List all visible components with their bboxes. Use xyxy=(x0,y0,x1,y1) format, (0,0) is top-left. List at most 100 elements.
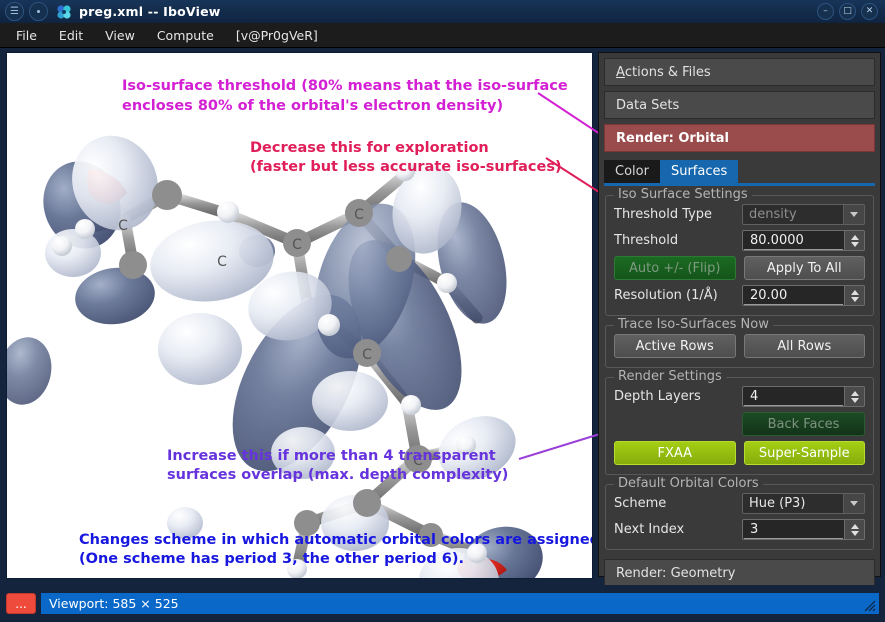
group-trace-legend: Trace Iso-Surfaces Now xyxy=(614,317,773,332)
menu-item-view[interactable]: View xyxy=(95,26,145,45)
section-actions-label: ctions & Files xyxy=(624,64,711,80)
threshold-spinbox[interactable]: 80.0000 xyxy=(742,230,865,251)
title-bar: ☰ preg.xml -- IboView – □ ✕ xyxy=(0,0,885,24)
threshold-type-value: density xyxy=(749,207,797,222)
apply-to-all-button[interactable]: Apply To All xyxy=(743,256,865,280)
resolution-label: Resolution (1/Å) xyxy=(614,288,718,303)
render-viewport[interactable]: C C C C C C Iso-surface threshold (80% m… xyxy=(6,52,593,579)
apply-to-all-label: Apply To All xyxy=(766,260,842,276)
iboview-window: ☰ preg.xml -- IboView – □ ✕ File Edit Vi… xyxy=(0,0,885,622)
menu-item-file[interactable]: File xyxy=(6,26,47,45)
tab-color-label: Color xyxy=(615,164,649,179)
resize-grip-icon[interactable] xyxy=(862,598,876,612)
back-faces-button[interactable]: Back Faces xyxy=(742,412,865,436)
threshold-type-select[interactable]: density xyxy=(742,204,865,225)
section-render-orbital[interactable]: Render: Orbital xyxy=(604,124,875,152)
menu-bar: File Edit View Compute [v@Pr0gVeR] xyxy=(0,23,885,48)
row-next-index: Next Index 3 xyxy=(614,519,865,540)
dot-icon[interactable] xyxy=(29,2,48,21)
threshold-type-label: Threshold Type xyxy=(614,207,713,222)
row-back-faces: Back Faces xyxy=(614,412,865,436)
depth-layers-stepper-icon[interactable] xyxy=(844,387,864,406)
next-index-label: Next Index xyxy=(614,522,685,537)
tab-surfaces-label: Surfaces xyxy=(670,164,728,179)
depth-layers-value[interactable]: 4 xyxy=(744,387,843,406)
section-actions-and-files[interactable]: Actions & Files xyxy=(604,58,875,86)
right-side-panel: Actions & Files Data Sets Render: Orbita… xyxy=(598,52,881,587)
row-aa-buttons: FXAA Super-Sample xyxy=(614,441,865,465)
fxaa-button[interactable]: FXAA xyxy=(614,441,736,465)
scheme-select[interactable]: Hue (P3) xyxy=(742,493,865,514)
status-message-field: Viewport: 585 × 525 xyxy=(41,593,879,614)
section-render-orbital-label: Render: Orbital xyxy=(616,130,730,146)
maximize-button[interactable]: □ xyxy=(839,3,856,20)
row-trace-buttons: Active Rows All Rows xyxy=(614,334,865,358)
all-rows-button[interactable]: All Rows xyxy=(743,334,865,358)
section-data-sets-label: Data Sets xyxy=(616,97,680,113)
next-index-value[interactable]: 3 xyxy=(744,520,843,539)
section-data-sets[interactable]: Data Sets xyxy=(604,91,875,119)
section-render-geometry[interactable]: Render: Geometry xyxy=(604,559,875,587)
molecule-render: C C C C C C xyxy=(7,53,592,578)
group-render-settings: Render Settings Depth Layers 4 Back Face… xyxy=(605,369,874,475)
group-iso-surface-legend: Iso Surface Settings xyxy=(614,187,752,202)
group-default-orbital-colors-legend: Default Orbital Colors xyxy=(614,476,763,491)
window-title: preg.xml -- IboView xyxy=(79,4,221,19)
active-rows-button[interactable]: Active Rows xyxy=(614,334,736,358)
viewport-size-text: Viewport: 585 × 525 xyxy=(49,596,179,611)
svg-text:C: C xyxy=(362,347,372,363)
window-controls: – □ ✕ xyxy=(817,3,885,20)
depth-layers-spinbox[interactable]: 4 xyxy=(742,386,865,407)
section-actions-accel: A xyxy=(616,64,625,80)
row-depth-layers: Depth Layers 4 xyxy=(614,386,865,407)
fxaa-label: FXAA xyxy=(657,445,693,461)
group-iso-surface-settings: Iso Surface Settings Threshold Type dens… xyxy=(605,187,874,316)
row-resolution: Resolution (1/Å) 20.00 xyxy=(614,285,865,306)
row-scheme: Scheme Hue (P3) xyxy=(614,493,865,514)
super-sample-button[interactable]: Super-Sample xyxy=(743,441,865,465)
svg-text:C: C xyxy=(413,453,423,469)
threshold-label: Threshold xyxy=(614,233,679,248)
tab-surfaces[interactable]: Surfaces xyxy=(659,160,739,183)
scheme-value: Hue (P3) xyxy=(749,496,806,511)
group-render-settings-legend: Render Settings xyxy=(614,369,726,384)
next-index-stepper-icon[interactable] xyxy=(844,520,864,539)
menu-item-compute[interactable]: Compute xyxy=(147,26,224,45)
threshold-stepper-icon[interactable] xyxy=(844,231,864,250)
group-trace-iso-surfaces: Trace Iso-Surfaces Now Active Rows All R… xyxy=(605,317,874,368)
chevron-down-icon[interactable] xyxy=(843,205,864,224)
depth-layers-label: Depth Layers xyxy=(614,389,701,404)
close-button[interactable]: ✕ xyxy=(861,3,878,20)
hamburger-icon[interactable]: ☰ xyxy=(5,2,24,21)
row-auto-apply-buttons: Auto +/- (Flip) Apply To All xyxy=(614,256,865,280)
menu-item-edit[interactable]: Edit xyxy=(49,26,93,45)
chevron-down-icon[interactable] xyxy=(843,494,864,513)
next-index-spinbox[interactable]: 3 xyxy=(742,519,865,540)
active-rows-label: Active Rows xyxy=(635,338,714,354)
svg-text:C: C xyxy=(354,207,364,223)
threshold-value[interactable]: 80.0000 xyxy=(744,231,843,250)
scheme-label: Scheme xyxy=(614,496,667,511)
resolution-value[interactable]: 20.00 xyxy=(744,286,843,305)
svg-text:C: C xyxy=(118,218,128,234)
row-threshold: Threshold 80.0000 xyxy=(614,230,865,251)
status-menu-button[interactable]: ... xyxy=(6,593,36,614)
resolution-stepper-icon[interactable] xyxy=(844,286,864,305)
menu-item-version[interactable]: [v@Pr0gVeR] xyxy=(226,26,328,45)
back-faces-label: Back Faces xyxy=(767,416,840,432)
auto-flip-button[interactable]: Auto +/- (Flip) xyxy=(614,256,736,280)
all-rows-label: All Rows xyxy=(777,338,832,354)
svg-text:C: C xyxy=(292,237,302,253)
surface-tabs: Color Surfaces xyxy=(604,159,875,183)
section-render-geometry-label: Render: Geometry xyxy=(616,565,736,581)
minimize-button[interactable]: – xyxy=(817,3,834,20)
iboview-logo-icon xyxy=(56,4,72,20)
svg-text:C: C xyxy=(217,254,227,270)
resolution-spinbox[interactable]: 20.00 xyxy=(742,285,865,306)
status-bar: ... Viewport: 585 × 525 xyxy=(0,585,885,622)
super-sample-label: Super-Sample xyxy=(758,445,850,461)
group-default-orbital-colors: Default Orbital Colors Scheme Hue (P3) N… xyxy=(605,476,874,550)
auto-flip-label: Auto +/- (Flip) xyxy=(628,260,721,276)
tab-underline xyxy=(604,183,875,186)
tab-color[interactable]: Color xyxy=(604,160,660,183)
